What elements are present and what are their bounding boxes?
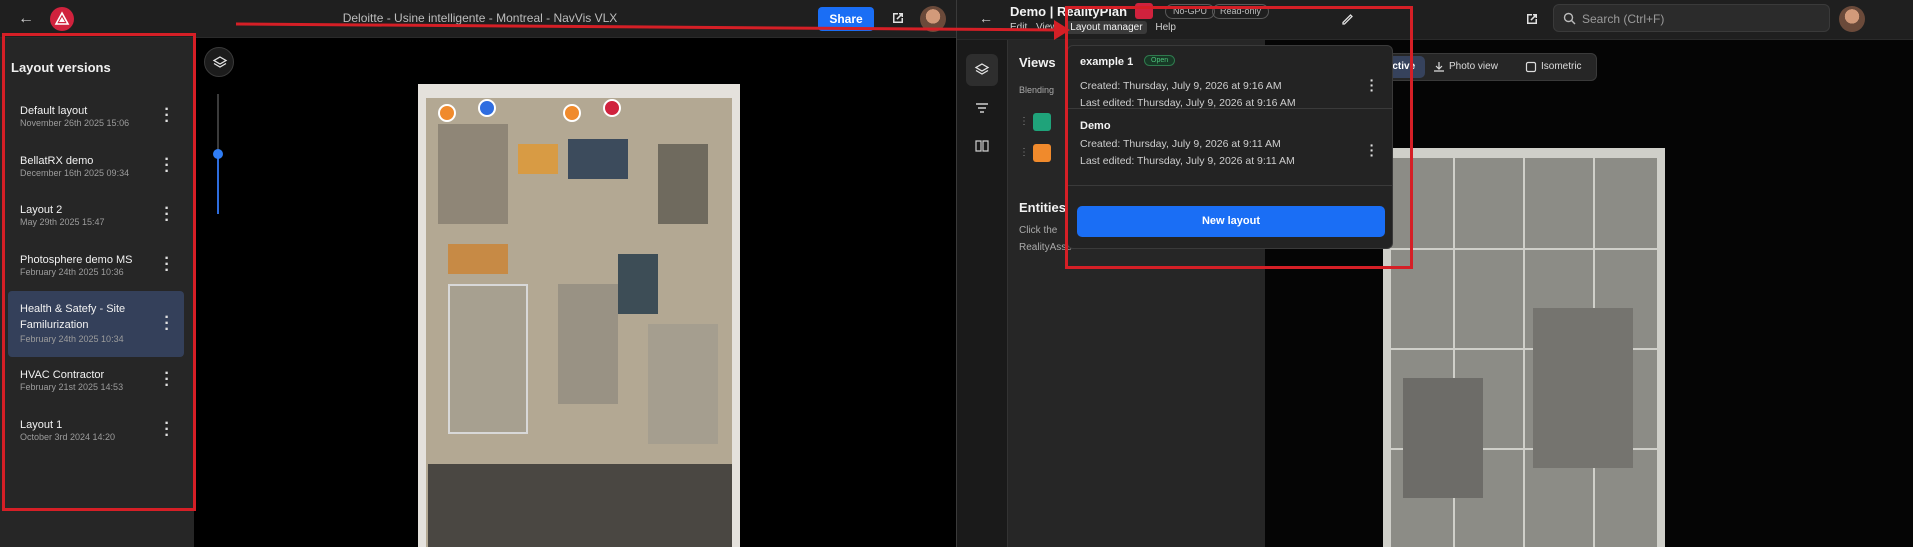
user-avatar[interactable] [1839,6,1865,32]
slider-fill [217,154,219,214]
layers-tool-button[interactable] [966,54,998,86]
search-input[interactable] [1582,10,1822,28]
map-pin-icon[interactable] [478,99,496,117]
view-layer-icon [1033,144,1051,162]
search-box[interactable] [1553,4,1830,32]
level-slider[interactable] [213,94,223,214]
back-arrow-icon[interactable]: ← [16,9,36,29]
map-viewer[interactable] [194,38,956,547]
app-logo-icon [50,7,74,31]
isometric-mode-button[interactable]: Isometric [1519,56,1595,78]
layers-icon [974,63,990,75]
search-icon [1563,12,1576,25]
layers-icon [212,56,228,68]
map-pin-icon[interactable] [563,104,581,122]
annotation-arrow-icon [235,20,1070,40]
open-external-icon[interactable] [1524,11,1540,27]
filter-icon [976,103,988,113]
isometric-icon [1525,61,1537,73]
filter-tool-button[interactable] [966,92,998,124]
isometric-label: Isometric [1541,61,1582,72]
photo-view-icon [1434,62,1444,72]
floorplan-image [418,84,740,547]
point-cloud-image [1383,148,1665,547]
photo-view-mode-button[interactable]: Photo view [1427,56,1517,78]
blending-label: Blending [1019,85,1055,95]
map-pin-icon[interactable] [438,104,456,122]
views-title: Views [1019,55,1056,70]
annotation-highlight-right [1065,6,1413,269]
tool-rail [957,40,1007,547]
map-pin-icon[interactable] [603,99,621,117]
entities-title: Entities [1019,200,1066,215]
photo-view-label: Photo view [1449,61,1498,72]
book-tool-button[interactable] [966,130,998,162]
screenshot-root: ← Deloitte - Usine intelligente - Montre… [0,0,1913,547]
annotation-highlight-left [2,33,196,511]
view-layer-icon [1033,113,1051,131]
layers-button[interactable] [204,47,234,77]
book-icon [975,140,989,152]
slider-handle[interactable] [213,149,223,159]
